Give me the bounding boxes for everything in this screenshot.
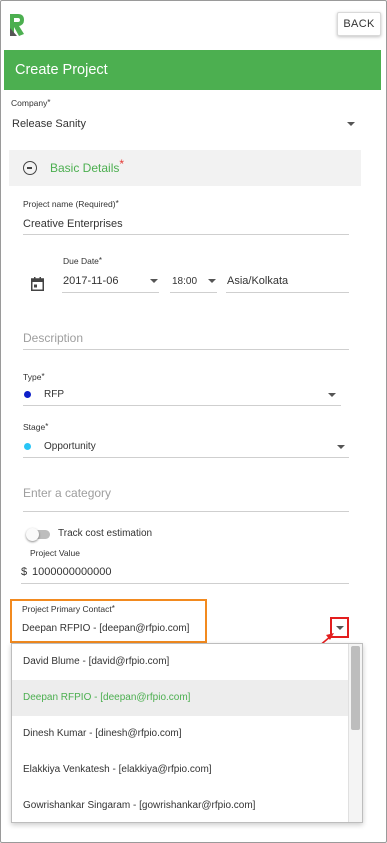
- timezone-input[interactable]: Asia/Kolkata: [227, 275, 288, 287]
- basic-details-section-header[interactable]: Basic Details*: [9, 150, 361, 186]
- dropdown-option[interactable]: Gowrishankar Singaram - [gowrishankar@rf…: [12, 788, 349, 822]
- stage-color-dot: [24, 443, 31, 450]
- toggle-thumb: [26, 528, 39, 541]
- page-title: Create Project: [4, 50, 381, 90]
- cost-estimation-label: Track cost estimation: [58, 528, 153, 539]
- category-underline: [23, 511, 349, 512]
- dropdown-option[interactable]: David Blume - [david@rfpio.com]: [12, 644, 349, 680]
- scrollbar-thumb[interactable]: [351, 646, 360, 730]
- stage-underline: [23, 457, 349, 458]
- due-time-input[interactable]: 18:00: [172, 276, 197, 287]
- due-date-chevron-down-icon[interactable]: [150, 279, 158, 283]
- project-name-label: Project name (Required)*: [23, 199, 119, 209]
- due-date-label: Due Date*: [63, 256, 103, 266]
- type-label: Type*: [23, 372, 45, 382]
- cost-estimation-toggle[interactable]: [26, 528, 50, 541]
- dropdown-option[interactable]: Elakkiya Venkatesh - [elakkiya@rfpio.com…: [12, 752, 349, 788]
- due-date-underline: [62, 292, 159, 293]
- due-date-input[interactable]: 2017-11-06: [63, 275, 118, 287]
- collapse-minus-icon[interactable]: [23, 161, 37, 175]
- company-label: Company*: [11, 98, 51, 108]
- stage-chevron-down-icon[interactable]: [337, 445, 345, 449]
- project-name-input[interactable]: Creative Enterprises: [23, 218, 123, 230]
- basic-details-title: Basic Details*: [50, 157, 125, 175]
- dropdown-option-selected[interactable]: Deepan RFPIO - [deepan@rfpio.com]: [12, 680, 349, 716]
- stage-select[interactable]: Opportunity: [44, 441, 96, 452]
- dropdown-scrollbar[interactable]: [348, 644, 362, 822]
- currency-symbol: $: [21, 566, 28, 578]
- calendar-icon[interactable]: [31, 277, 44, 291]
- description-input[interactable]: Description: [23, 331, 83, 345]
- primary-contact-chevron-down-icon[interactable]: [336, 626, 344, 630]
- project-name-underline: [23, 234, 349, 235]
- rfpio-logo-icon: [10, 14, 24, 36]
- type-select[interactable]: RFP: [44, 389, 64, 400]
- type-color-dot: [24, 391, 31, 398]
- company-select[interactable]: Release Sanity: [12, 118, 86, 130]
- company-chevron-down-icon[interactable]: [347, 122, 355, 126]
- due-time-chevron-down-icon[interactable]: [208, 279, 216, 283]
- primary-contact-select[interactable]: Deepan RFPIO - [deepan@rfpio.com]: [22, 623, 189, 634]
- type-underline: [23, 405, 341, 406]
- stage-label: Stage*: [23, 422, 49, 432]
- type-chevron-down-icon[interactable]: [328, 393, 336, 397]
- timezone-underline: [226, 292, 349, 293]
- description-underline: [23, 349, 349, 350]
- back-button[interactable]: BACK: [337, 12, 381, 36]
- primary-contact-dropdown: David Blume - [david@rfpio.com] Deepan R…: [11, 643, 363, 823]
- project-value-input[interactable]: 1000000000000: [32, 566, 112, 578]
- dropdown-option[interactable]: Dinesh Kumar - [dinesh@rfpio.com]: [12, 716, 349, 752]
- primary-contact-label: Project Primary Contact*: [22, 604, 115, 614]
- project-value-label: Project Value: [30, 548, 80, 558]
- due-time-underline: [170, 292, 217, 293]
- category-input[interactable]: Enter a category: [23, 486, 111, 500]
- project-value-underline: [21, 583, 349, 584]
